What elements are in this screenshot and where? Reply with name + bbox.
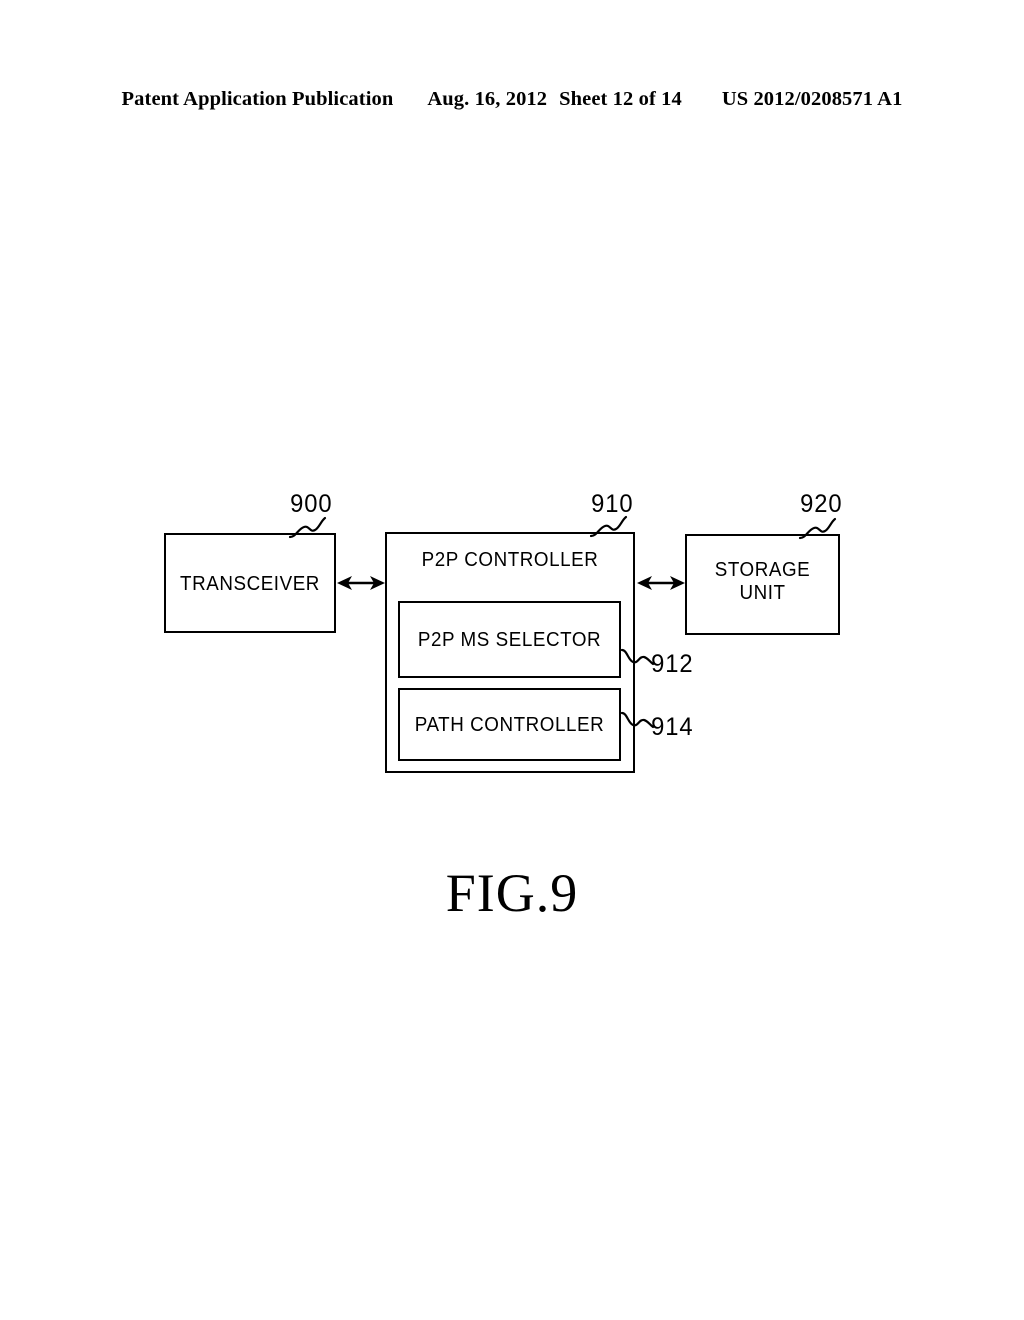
leader-line-914	[621, 711, 655, 741]
ref-numeral-912: 912	[651, 650, 694, 678]
figure-9-diagram: TRANSCEIVER 900 P2P CONTROLLER 910 P2P M…	[0, 0, 1024, 1320]
block-transceiver: TRANSCEIVER	[164, 533, 336, 633]
ref-numeral-914: 914	[651, 713, 694, 741]
leader-line-900	[288, 515, 334, 539]
block-storage-unit-label: STORAGE UNIT	[714, 559, 811, 604]
ref-numeral-920: 920	[800, 490, 843, 518]
figure-caption: FIG.9	[445, 863, 579, 923]
block-path-controller-label: PATH CONTROLLER	[414, 714, 605, 736]
block-path-controller: PATH CONTROLLER	[398, 688, 621, 761]
block-transceiver-label: TRANSCEIVER	[180, 573, 320, 595]
arrow-p2p-controller-to-storage-unit	[636, 571, 686, 595]
leader-line-912	[621, 648, 655, 678]
block-p2p-ms-selector-label: P2P MS SELECTOR	[417, 629, 602, 651]
block-p2p-controller-label: P2P CONTROLLER	[421, 549, 599, 571]
leader-line-920	[798, 516, 844, 540]
arrow-transceiver-to-p2p-controller	[336, 571, 386, 595]
leader-line-910	[589, 514, 635, 538]
block-storage-unit: STORAGE UNIT	[685, 534, 840, 635]
block-p2p-ms-selector: P2P MS SELECTOR	[398, 601, 621, 678]
